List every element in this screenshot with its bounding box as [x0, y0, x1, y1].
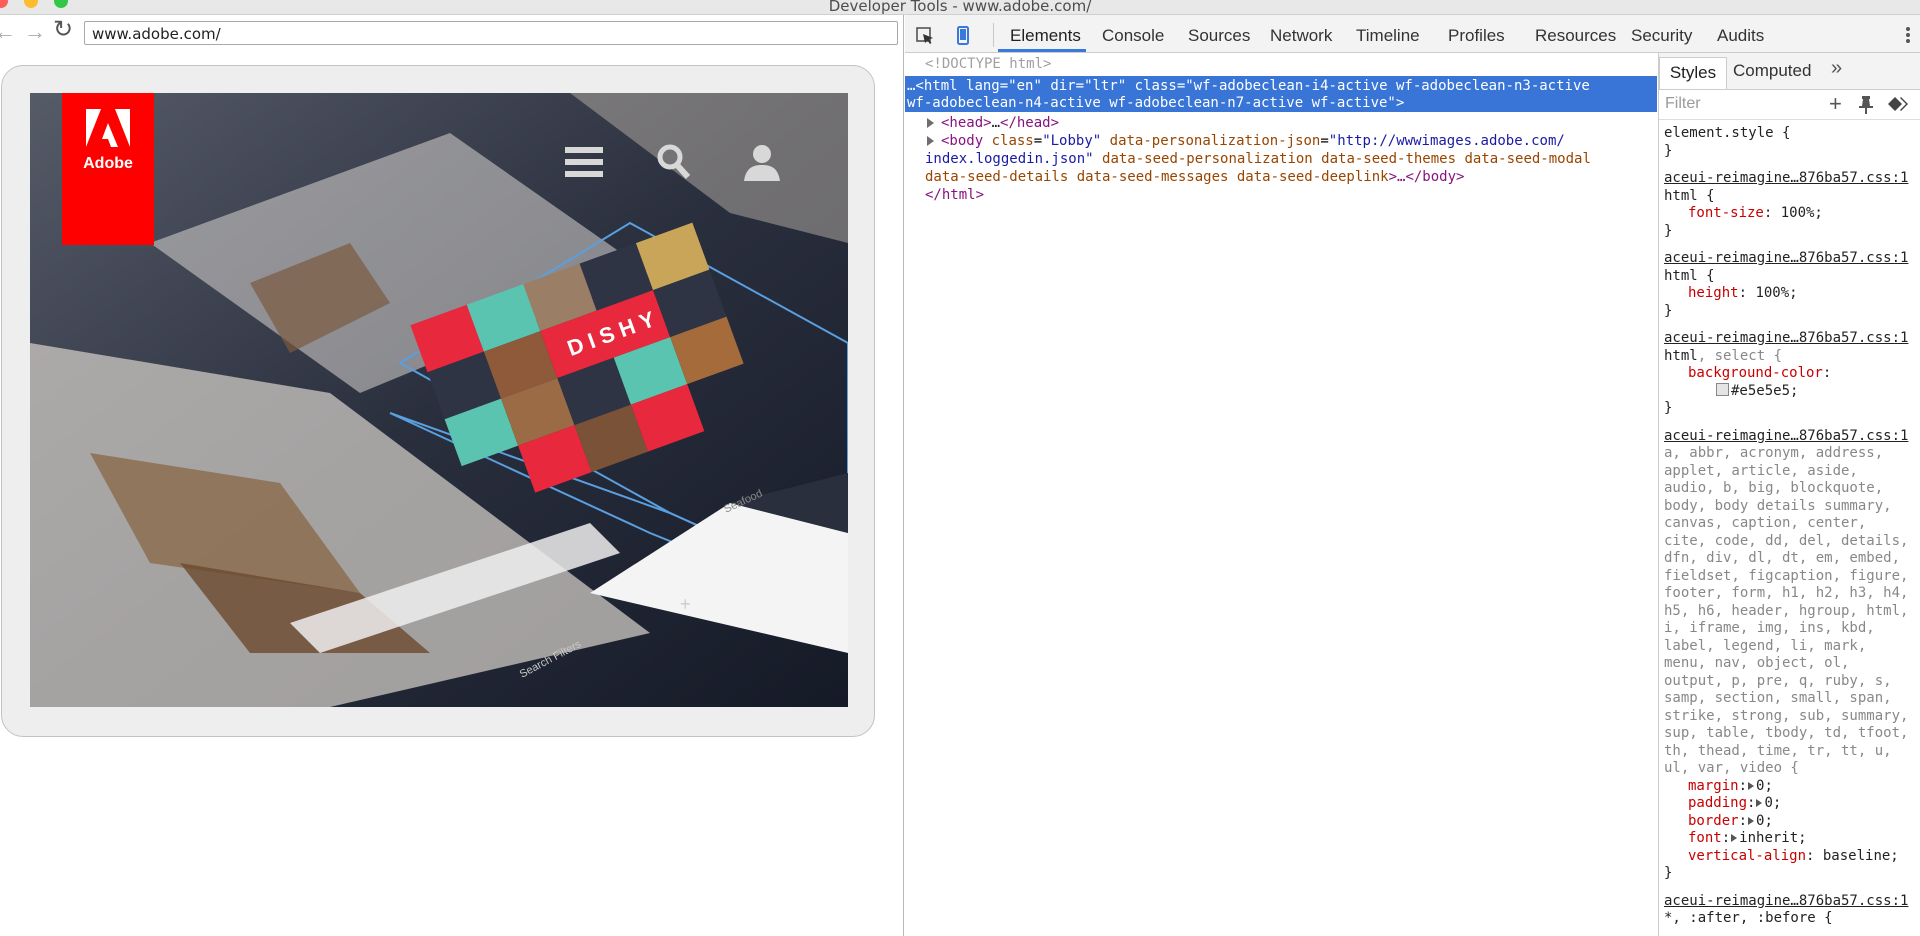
device-mode-icon[interactable] — [957, 26, 969, 45]
element-state-icon[interactable] — [1887, 96, 1909, 112]
devtools-pane: Elements Console Sources Network Timelin… — [905, 15, 1920, 936]
body-node[interactable]: <body class="Lobby" data-personalization… — [941, 132, 1565, 150]
elements-dom-tree[interactable]: <!DOCTYPE html> …<html lang="en" dir="lt… — [905, 53, 1657, 936]
adobe-logo-mark — [86, 109, 130, 147]
expand-body-triangle-icon[interactable] — [927, 136, 934, 146]
tab-sources[interactable]: Sources — [1188, 26, 1250, 46]
doctype-line: <!DOCTYPE html> — [925, 56, 1052, 72]
tab-profiles[interactable]: Profiles — [1448, 26, 1505, 46]
style-rule-reset[interactable]: aceui-reimagine…876ba57.css:1 a, abbr, a… — [1664, 428, 1920, 883]
body-node-continuation-1: index.loggedin.json" data-seed-personali… — [925, 151, 1591, 167]
devtools-toolbar: Elements Console Sources Network Timelin… — [905, 15, 1920, 53]
search-icon[interactable] — [656, 143, 692, 181]
inspect-element-icon[interactable] — [916, 27, 934, 45]
window-title: Developer Tools - www.adobe.com/ — [828, 0, 1092, 15]
tab-network[interactable]: Network — [1270, 26, 1332, 46]
expand-shorthand-icon[interactable] — [1756, 799, 1763, 807]
tab-audits[interactable]: Audits — [1717, 26, 1764, 46]
rule-source-link[interactable]: aceui-reimagine…876ba57.css:1 — [1664, 428, 1920, 446]
tab-resources[interactable]: Resources — [1535, 26, 1616, 46]
reload-icon[interactable]: ↻ — [53, 18, 73, 42]
rule-source-link[interactable]: aceui-reimagine…876ba57.css:1 — [1664, 250, 1920, 268]
element-style-rule[interactable]: element.style { } — [1664, 125, 1920, 160]
navigation-bar: ← → ↻ www.adobe.com/ — [0, 15, 903, 55]
svg-text:+: + — [680, 594, 691, 614]
style-rule-height[interactable]: aceui-reimagine…876ba57.css:1 html { hei… — [1664, 250, 1920, 320]
browser-pane: ← → ↻ www.adobe.com/ DISHY Seafood Searc… — [0, 15, 904, 936]
tab-elements[interactable]: Elements — [1010, 26, 1081, 46]
window-title-bar: Developer Tools - www.adobe.com/ — [0, 0, 1920, 15]
html-open-tag-line: …<html lang="en" dir="ltr" class="wf-ado… — [907, 78, 1590, 94]
rule-source-link[interactable]: aceui-reimagine…876ba57.css:1 — [1664, 893, 1920, 911]
toolbar-separator — [993, 23, 994, 47]
style-rule-pseudo[interactable]: aceui-reimagine…876ba57.css:1 *, :after,… — [1664, 893, 1920, 928]
tab-computed[interactable]: Computed — [1733, 61, 1811, 81]
html-close-tag: </html> — [925, 187, 985, 203]
hamburger-menu-icon[interactable] — [564, 143, 604, 181]
more-tabs-icon[interactable]: » — [1831, 57, 1842, 80]
styles-sidebar: Styles Computed » Filter + element.style… — [1658, 53, 1920, 936]
style-rules-list[interactable]: element.style { } aceui-reimagine…876ba5… — [1664, 125, 1920, 928]
adobe-logo-text: Adobe — [83, 155, 133, 172]
tab-styles[interactable]: Styles — [1659, 57, 1727, 89]
pin-icon[interactable] — [1859, 96, 1873, 114]
device-screen[interactable]: DISHY Seafood Search Filters + Adobe — [30, 93, 848, 707]
tab-timeline[interactable]: Timeline — [1356, 26, 1420, 46]
style-rule-font-size[interactable]: aceui-reimagine…876ba57.css:1 html { fon… — [1664, 170, 1920, 240]
expand-shorthand-icon[interactable] — [1748, 781, 1755, 790]
styles-sidebar-tabs: Styles Computed » — [1659, 53, 1920, 90]
address-bar[interactable]: www.adobe.com/ — [84, 21, 898, 45]
tab-console[interactable]: Console — [1102, 26, 1164, 46]
expand-shorthand-icon[interactable] — [1731, 834, 1738, 842]
head-node[interactable]: <head>…</head> — [941, 114, 1059, 132]
new-style-rule-icon[interactable]: + — [1829, 91, 1842, 117]
tab-security[interactable]: Security — [1631, 26, 1692, 46]
forward-arrow-icon[interactable]: → — [24, 21, 46, 43]
expand-shorthand-icon[interactable] — [1748, 816, 1755, 825]
color-swatch[interactable] — [1716, 382, 1729, 396]
html-open-tag-continuation: wf-adobeclean-n4-active wf-adobeclean-n7… — [907, 95, 1405, 111]
expand-head-triangle-icon[interactable] — [927, 118, 934, 128]
styles-filter-row: Filter + — [1659, 89, 1920, 120]
back-arrow-icon[interactable]: ← — [0, 21, 16, 43]
rule-source-link[interactable]: aceui-reimagine…876ba57.css:1 — [1664, 170, 1920, 188]
active-tab-indicator — [998, 49, 1086, 52]
style-rule-background-color[interactable]: aceui-reimagine…876ba57.css:1 html, sele… — [1664, 330, 1920, 418]
rule-source-link[interactable]: aceui-reimagine…876ba57.css:1 — [1664, 330, 1920, 348]
user-profile-icon[interactable] — [742, 143, 782, 183]
selected-html-node[interactable]: …<html lang="en" dir="ltr" class="wf-ado… — [905, 76, 1657, 112]
body-node-continuation-2: data-seed-details data-seed-messages dat… — [925, 169, 1465, 185]
more-options-icon[interactable] — [1905, 26, 1911, 44]
adobe-logo[interactable]: Adobe — [62, 93, 154, 245]
styles-filter-input[interactable]: Filter — [1665, 95, 1701, 113]
